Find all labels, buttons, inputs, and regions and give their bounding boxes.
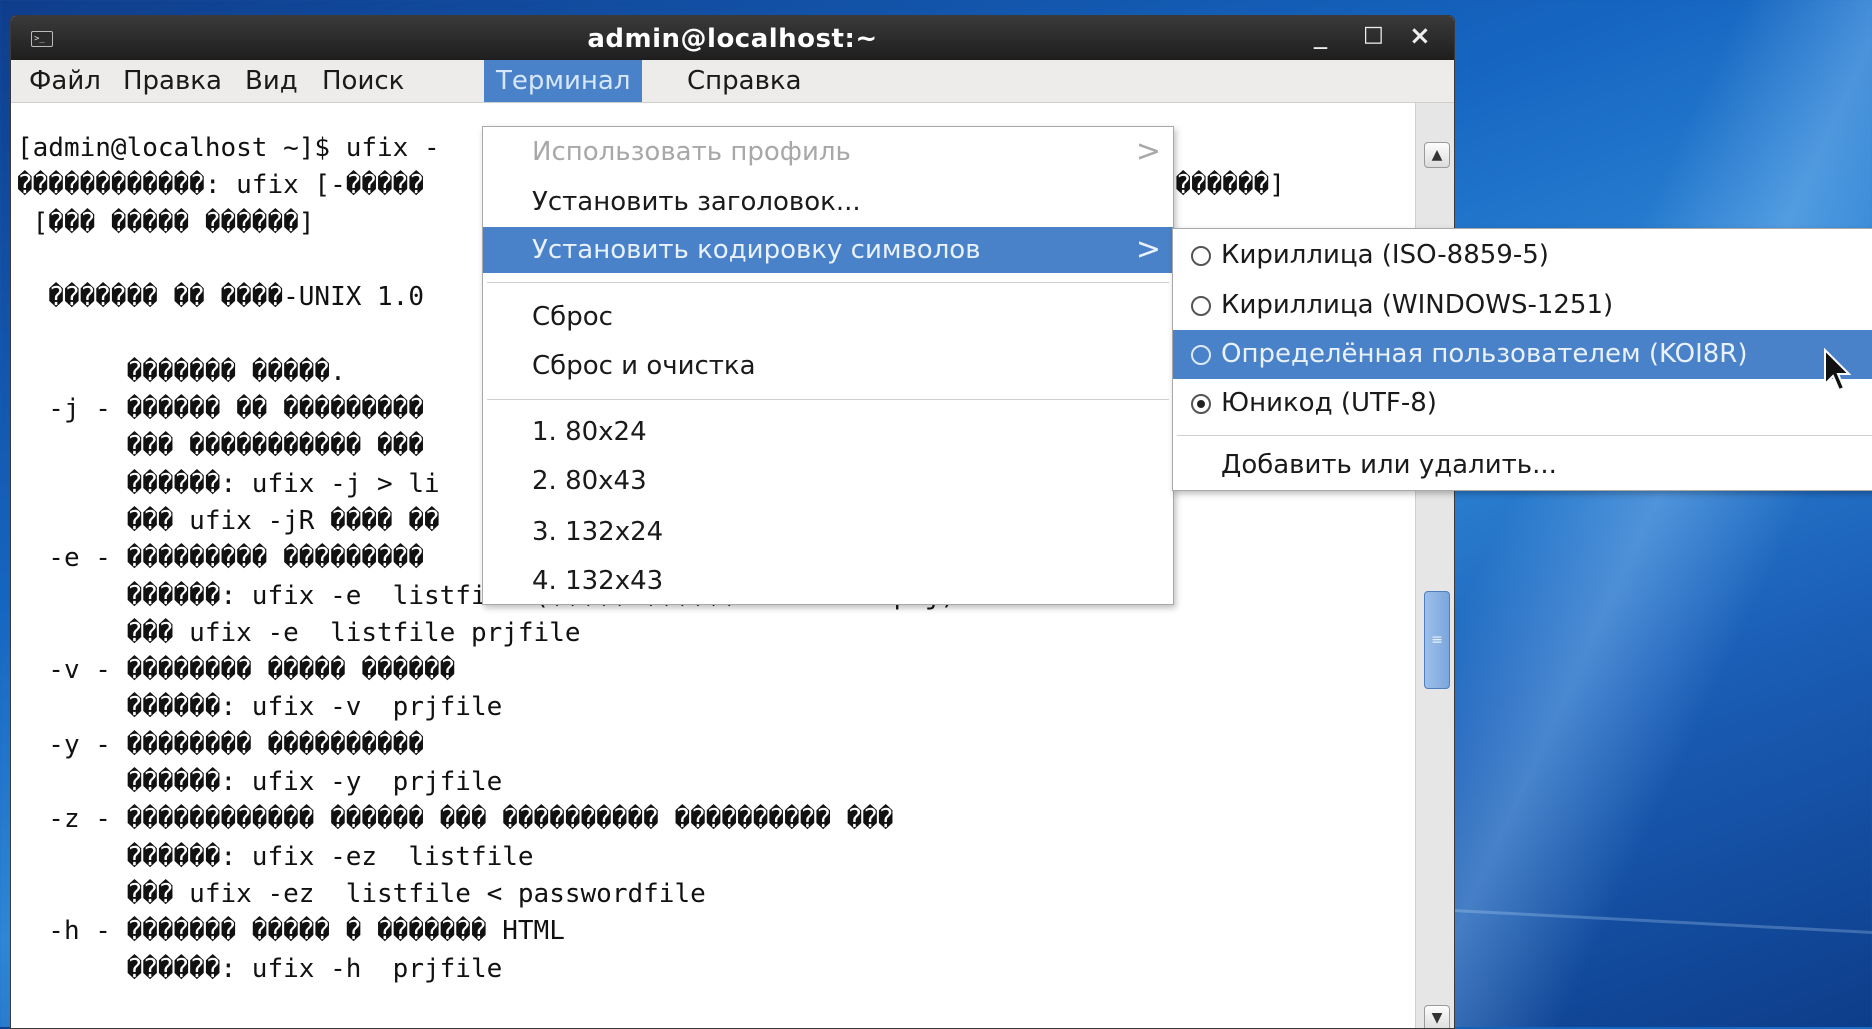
menu-item-label: Установить заголовок... xyxy=(532,187,861,217)
menu-separator xyxy=(1177,435,1872,436)
scroll-up-button[interactable]: ▲ xyxy=(1424,142,1450,168)
menu-item-label: 4. 132x43 xyxy=(532,566,664,596)
menu-item-label: 1. 80x24 xyxy=(532,417,647,447)
menu-separator xyxy=(487,282,1169,283)
title-bar[interactable]: >_ admin@localhost:~ _ □ × xyxy=(11,16,1454,60)
menu-terminal[interactable]: Терминал xyxy=(484,60,643,102)
chevron-right-icon: > xyxy=(1135,232,1161,267)
encoding-option-label: Определённая пользователем (KOI8R) xyxy=(1221,339,1748,369)
minimize-button[interactable]: _ xyxy=(1314,20,1327,50)
menu-help[interactable]: Справка xyxy=(675,60,814,102)
encoding-option-label: Юникод (UTF-8) xyxy=(1221,388,1437,418)
terminal-line: ��� ufix -e listfile prjfile xyxy=(17,617,581,648)
encoding-submenu: Кириллица (ISO-8859-5) Кириллица (WINDOW… xyxy=(1172,228,1872,491)
menu-item-reset-clear[interactable]: Сброс и очистка xyxy=(483,343,1173,389)
desktop-wallpaper xyxy=(1450,0,1872,1027)
terminal-line: ������: ufix -y prjfile xyxy=(17,767,503,798)
encoding-add-remove[interactable]: Добавить или удалить... xyxy=(1173,441,1872,490)
menu-item-label: Сброс и очистка xyxy=(532,351,756,381)
window-title: admin@localhost:~ xyxy=(587,24,878,54)
menu-item-label: Использовать профиль xyxy=(532,137,851,167)
terminal-line: -y - �������� ���������� xyxy=(17,729,424,760)
menu-item-set-encoding[interactable]: Установить кодировку символов > xyxy=(483,227,1173,273)
encoding-option-label: Кириллица (WINDOWS-1251) xyxy=(1221,290,1614,320)
terminal-dropdown-menu: Использовать профиль > Установить заголо… xyxy=(482,126,1174,605)
chevron-right-icon: > xyxy=(1135,134,1161,169)
menu-item-size-132x43[interactable]: 4. 132x43 xyxy=(483,558,1173,604)
terminal-line: ������: ufix -ez listfile xyxy=(17,841,534,872)
menu-edit[interactable]: Правка xyxy=(111,60,234,102)
menu-item-size-132x24[interactable]: 3. 132x24 xyxy=(483,509,1173,555)
menu-item-label: Установить кодировку символов xyxy=(532,235,981,265)
menu-item-label: 2. 80x43 xyxy=(532,466,647,496)
terminal-line: -h - ������� ����� � ������� HTML xyxy=(17,916,565,947)
encoding-option-utf-8[interactable]: Юникод (UTF-8) xyxy=(1173,379,1872,428)
terminal-line: -z - ������������ ������ ��� ���������� … xyxy=(17,804,894,835)
menu-file[interactable]: Файл xyxy=(17,60,113,102)
close-button[interactable]: × xyxy=(1409,21,1431,51)
radio-button-icon xyxy=(1191,296,1211,316)
scrollbar-thumb[interactable]: ≡ xyxy=(1424,591,1450,689)
menu-item-label: 3. 132x24 xyxy=(532,517,664,547)
encoding-option-windows-1251[interactable]: Кириллица (WINDOWS-1251) xyxy=(1173,281,1872,330)
radio-button-icon xyxy=(1191,246,1211,266)
menu-item-size-80x43[interactable]: 2. 80x43 xyxy=(483,458,1173,504)
encoding-option-iso-8859-5[interactable]: Кириллица (ISO-8859-5) xyxy=(1173,231,1872,280)
mouse-pointer-icon xyxy=(1824,348,1852,392)
menu-bar: Файл Правка Вид Поиск Терминал Справка xyxy=(11,60,1454,103)
menu-item-size-80x24[interactable]: 1. 80x24 xyxy=(483,409,1173,455)
menu-item-reset[interactable]: Сброс xyxy=(483,294,1173,340)
encoding-option-label: Кириллица (ISO-8859-5) xyxy=(1221,240,1549,270)
encoding-add-remove-label: Добавить или удалить... xyxy=(1221,450,1557,480)
menu-item-set-title[interactable]: Установить заголовок... xyxy=(483,179,1173,225)
menu-separator xyxy=(487,399,1169,400)
terminal-line: -v - �������� ����� ������ xyxy=(17,655,456,686)
menu-item-label: Сброс xyxy=(532,302,613,332)
maximize-button[interactable]: □ xyxy=(1363,22,1384,47)
terminal-line: ������: ufix -h prjfile xyxy=(17,953,503,984)
scroll-down-button[interactable]: ▼ xyxy=(1424,1005,1450,1028)
radio-button-selected-icon xyxy=(1191,394,1211,414)
radio-button-icon xyxy=(1191,345,1211,365)
encoding-option-koi8r[interactable]: Определённая пользователем (KOI8R) xyxy=(1173,330,1872,379)
menu-view[interactable]: Вид xyxy=(233,60,310,102)
terminal-line: ��� ufix -ez listfile < passwordfile xyxy=(17,878,706,909)
menu-search[interactable]: Поиск xyxy=(310,60,416,102)
menu-item-use-profile: Использовать профиль > xyxy=(483,129,1173,175)
terminal-line: ������: ufix -v prjfile xyxy=(17,692,503,723)
